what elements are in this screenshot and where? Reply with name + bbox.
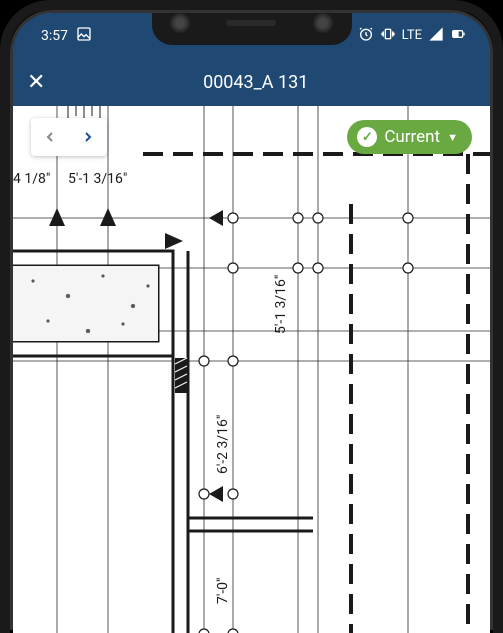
drawing-viewer[interactable]: ✓ Current ▼ <box>13 106 490 633</box>
dimension-label: 5'-1 3/16" <box>68 171 127 187</box>
prev-sheet-button[interactable] <box>31 118 69 156</box>
picture-icon <box>76 26 92 46</box>
network-label: LTE <box>402 28 422 43</box>
dimension-label: 6'-2 3/16" <box>215 415 231 474</box>
check-icon: ✓ <box>357 127 377 147</box>
chevron-down-icon: ▼ <box>447 131 458 144</box>
vibrate-icon <box>380 26 396 46</box>
page-title: 00043_A 131 <box>65 72 446 93</box>
sheet-nav <box>31 118 107 156</box>
screen: 3:57 LTE ✕ 00043_A 131 <box>13 13 490 633</box>
battery-icon <box>450 26 466 46</box>
device-notch <box>152 0 352 45</box>
signal-icon <box>428 26 444 46</box>
close-icon[interactable]: ✕ <box>27 70 45 95</box>
status-time: 3:57 <box>41 28 68 44</box>
next-sheet-button[interactable] <box>69 118 107 156</box>
dimension-label: 5'-1 3/16" <box>273 275 289 334</box>
alarm-icon <box>358 26 374 46</box>
revision-status-pill[interactable]: ✓ Current ▼ <box>347 120 472 154</box>
dimension-label: 7'-0" <box>215 577 231 604</box>
dimension-label: 4 1/8" <box>13 171 50 187</box>
revision-status-label: Current <box>384 127 440 147</box>
app-bar: ✕ 00043_A 131 <box>13 58 490 106</box>
